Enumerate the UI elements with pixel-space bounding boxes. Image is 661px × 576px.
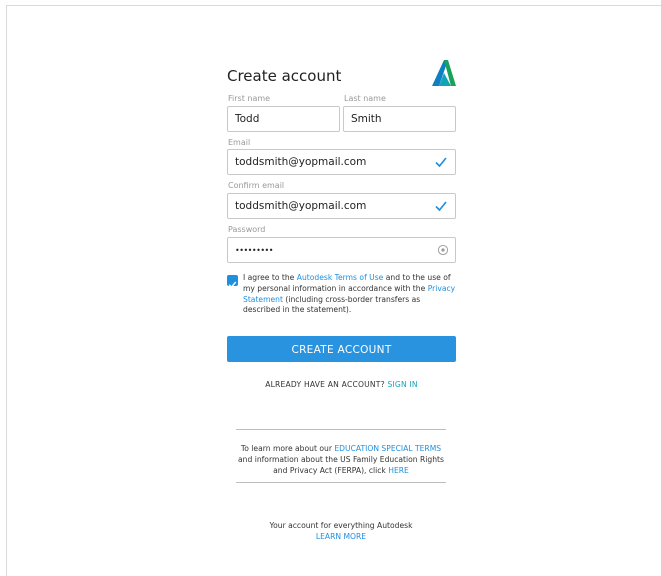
check-icon bbox=[435, 201, 447, 212]
page-title: Create account bbox=[227, 67, 342, 85]
confirm-email-field[interactable]: toddsmith@yopmail.com bbox=[227, 193, 456, 219]
sign-in-link[interactable]: SIGN IN bbox=[387, 380, 417, 389]
last-name-label: Last name bbox=[344, 94, 386, 103]
checkbox-checked-icon bbox=[228, 281, 237, 289]
education-terms-link[interactable]: EDUCATION SPECIAL TERMS bbox=[334, 444, 441, 453]
divider-top bbox=[236, 429, 446, 430]
education-notice: To learn more about our EDUCATION SPECIA… bbox=[236, 444, 446, 476]
first-name-input[interactable] bbox=[227, 106, 340, 132]
terms-prefix: I agree to the bbox=[243, 273, 297, 282]
learn-more-link[interactable]: LEARN MORE bbox=[236, 531, 446, 542]
create-account-button[interactable]: CREATE ACCOUNT bbox=[227, 336, 456, 362]
password-field[interactable]: ••••••••• bbox=[227, 237, 456, 263]
ferpa-here-link[interactable]: HERE bbox=[388, 466, 409, 475]
confirm-email-value: toddsmith@yopmail.com bbox=[235, 200, 367, 212]
password-value: ••••••••• bbox=[235, 246, 273, 255]
education-prefix: To learn more about our bbox=[240, 444, 335, 453]
eye-icon[interactable] bbox=[437, 244, 449, 256]
email-field[interactable]: toddsmith@yopmail.com bbox=[227, 149, 456, 175]
autodesk-logo-icon bbox=[432, 60, 456, 86]
divider-bottom bbox=[236, 482, 446, 483]
footer-tagline: Your account for everything Autodesk bbox=[269, 521, 413, 530]
terms-text: I agree to the Autodesk Terms of Use and… bbox=[243, 273, 456, 316]
password-label: Password bbox=[228, 225, 266, 234]
check-icon bbox=[435, 157, 447, 168]
signin-prompt: ALREADY HAVE AN ACCOUNT? SIGN IN bbox=[227, 380, 456, 389]
footer: Your account for everything Autodesk LEA… bbox=[236, 520, 446, 542]
confirm-email-label: Confirm email bbox=[228, 181, 285, 190]
terms-of-use-link[interactable]: Autodesk Terms of Use bbox=[297, 273, 384, 282]
email-label: Email bbox=[228, 138, 251, 147]
terms-checkbox[interactable] bbox=[227, 275, 238, 289]
email-value: toddsmith@yopmail.com bbox=[235, 156, 367, 168]
signin-prompt-text: ALREADY HAVE AN ACCOUNT? bbox=[265, 380, 388, 389]
first-name-label: First name bbox=[228, 94, 271, 103]
last-name-input[interactable] bbox=[343, 106, 456, 132]
education-middle: and information about the US Family Educ… bbox=[238, 454, 444, 475]
